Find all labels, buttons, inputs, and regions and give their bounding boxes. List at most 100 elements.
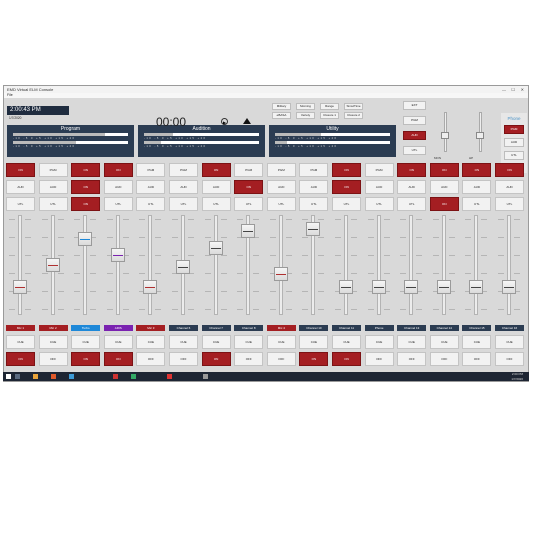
start-icon[interactable] xyxy=(6,374,11,379)
bus-button-aud[interactable]: AUD xyxy=(403,131,426,140)
channel-fader-knob[interactable] xyxy=(78,232,93,247)
menu-file[interactable]: File xyxy=(7,93,13,97)
preset-button[interactable]: Morning xyxy=(296,103,315,110)
channel-aud-button[interactable]: AUD xyxy=(6,180,35,194)
app-icon[interactable] xyxy=(69,374,74,379)
maximize-icon[interactable]: ☐ xyxy=(511,86,515,93)
channel-cue-button[interactable]: CUE xyxy=(6,335,35,349)
channel-onoff-button[interactable]: OFF xyxy=(234,352,264,366)
channel-utl-button[interactable]: UTL xyxy=(201,197,231,211)
channel-cue-button[interactable]: CUE xyxy=(429,335,459,349)
bus-button-ext[interactable]: EXT xyxy=(403,101,426,110)
channel-pgm-button[interactable]: PGM xyxy=(234,163,264,177)
channel-pgm-button[interactable]: ON xyxy=(462,163,492,177)
channel-fader-knob[interactable] xyxy=(339,279,353,294)
minimize-icon[interactable]: — xyxy=(502,86,506,93)
channel-aud-button[interactable]: ON xyxy=(234,180,264,194)
channel-utl-button[interactable]: UTL xyxy=(364,197,394,211)
channel-pgm-button[interactable]: ON xyxy=(103,163,133,177)
channel-aud-button[interactable]: ON xyxy=(71,180,101,194)
channel-onoff-button[interactable]: OFF xyxy=(364,352,394,366)
channel-aud-button[interactable]: AUD xyxy=(299,180,329,194)
channel-cue-button[interactable]: CUE xyxy=(38,335,68,349)
channel-cue-button[interactable]: CUE xyxy=(266,335,296,349)
preset-button[interactable]: Range xyxy=(320,103,339,110)
app-icon[interactable] xyxy=(113,374,118,379)
channel-pgm-button[interactable]: PGM xyxy=(299,163,329,177)
preset-button[interactable]: Closure 1 xyxy=(320,112,339,119)
browser-icon[interactable] xyxy=(51,374,56,379)
channel-cue-button[interactable]: CUE xyxy=(462,335,492,349)
channel-pgm-button[interactable]: ON xyxy=(332,163,361,177)
channel-fader-knob[interactable] xyxy=(306,221,321,236)
channel-cue-button[interactable]: CUE xyxy=(397,335,427,349)
channel-fader-track[interactable] xyxy=(148,215,153,315)
channel-fader-knob[interactable] xyxy=(13,279,27,294)
channel-fader-track[interactable] xyxy=(409,215,414,315)
bus-button-pgm[interactable]: PGM xyxy=(403,116,426,125)
channel-utl-button[interactable]: ON xyxy=(429,197,459,211)
channel-pgm-button[interactable]: ON xyxy=(6,163,35,177)
preset-button[interactable]: eBASA xyxy=(272,112,291,119)
preset-button[interactable]: Closure 2 xyxy=(344,112,363,119)
channel-aud-button[interactable]: AUD xyxy=(429,180,459,194)
channel-fader-knob[interactable] xyxy=(371,279,386,294)
channel-aud-button[interactable]: AUD xyxy=(38,180,68,194)
channel-aud-button[interactable]: AUD xyxy=(169,180,198,194)
play-icon[interactable]: ▶ xyxy=(221,118,228,125)
channel-onoff-button[interactable]: ON xyxy=(103,352,133,366)
channel-pgm-button[interactable]: PGM xyxy=(266,163,296,177)
app-icon[interactable] xyxy=(167,374,172,379)
channel-cue-button[interactable]: CUE xyxy=(332,335,361,349)
channel-fader-knob[interactable] xyxy=(110,247,125,262)
channel-pgm-button[interactable]: ON xyxy=(397,163,427,177)
channel-onoff-button[interactable]: OFF xyxy=(266,352,296,366)
channel-pgm-button[interactable]: ON xyxy=(429,163,459,177)
channel-aud-button[interactable]: AUD xyxy=(201,180,231,194)
channel-cue-button[interactable]: CUE xyxy=(299,335,329,349)
channel-cue-button[interactable]: CUE xyxy=(169,335,198,349)
channel-onoff-button[interactable]: OFF xyxy=(38,352,68,366)
phone-button-aud[interactable]: AUD xyxy=(504,138,524,147)
channel-fader-knob[interactable] xyxy=(143,279,158,294)
channel-fader-track[interactable] xyxy=(507,215,511,315)
channel-fader-knob[interactable] xyxy=(436,279,451,294)
channel-pgm-button[interactable]: PGM xyxy=(136,163,166,177)
channel-utl-button[interactable]: UTL xyxy=(495,197,524,211)
channel-aud-button[interactable]: AUD xyxy=(136,180,166,194)
channel-aud-button[interactable]: AUD xyxy=(397,180,427,194)
channel-onoff-button[interactable]: OFF xyxy=(169,352,198,366)
channel-utl-button[interactable]: UTL xyxy=(299,197,329,211)
channel-pgm-button[interactable]: ON xyxy=(71,163,101,177)
channel-cue-button[interactable]: CUE xyxy=(136,335,166,349)
channel-onoff-button[interactable]: ON xyxy=(299,352,329,366)
channel-utl-button[interactable]: UTL xyxy=(462,197,492,211)
channel-utl-button[interactable]: UTL xyxy=(234,197,264,211)
channel-pgm-button[interactable]: PGM xyxy=(38,163,68,177)
channel-fader-track[interactable] xyxy=(474,215,479,315)
folder-icon[interactable] xyxy=(33,374,38,379)
channel-cue-button[interactable]: CUE xyxy=(495,335,524,349)
channel-fader-track[interactable] xyxy=(213,215,218,315)
preset-button[interactable]: Veriety xyxy=(296,112,315,119)
channel-pgm-button[interactable]: ON xyxy=(495,163,524,177)
mini-fader-knob[interactable] xyxy=(441,131,449,139)
channel-utl-button[interactable]: UTL xyxy=(136,197,166,211)
channel-aud-button[interactable]: AUD xyxy=(103,180,133,194)
channel-fader-knob[interactable] xyxy=(208,240,223,255)
channel-pgm-button[interactable]: ON xyxy=(201,163,231,177)
close-icon[interactable]: ✕ xyxy=(521,86,524,93)
channel-fader-knob[interactable] xyxy=(469,279,484,294)
channel-fader-track[interactable] xyxy=(278,215,283,315)
channel-onoff-button[interactable]: ON xyxy=(6,352,35,366)
channel-onoff-button[interactable]: OFF xyxy=(495,352,524,366)
channel-onoff-button[interactable]: ON xyxy=(201,352,231,366)
channel-cue-button[interactable]: CUE xyxy=(234,335,264,349)
eject-icon[interactable] xyxy=(243,118,251,124)
preset-button[interactable]: SimulTime xyxy=(344,103,363,110)
channel-utl-button[interactable]: UTL xyxy=(332,197,361,211)
phone-button-pgm[interactable]: PGM xyxy=(504,125,524,134)
channel-aud-button[interactable]: AUD xyxy=(462,180,492,194)
channel-utl-button[interactable]: UTL xyxy=(266,197,296,211)
channel-cue-button[interactable]: CUE xyxy=(71,335,101,349)
